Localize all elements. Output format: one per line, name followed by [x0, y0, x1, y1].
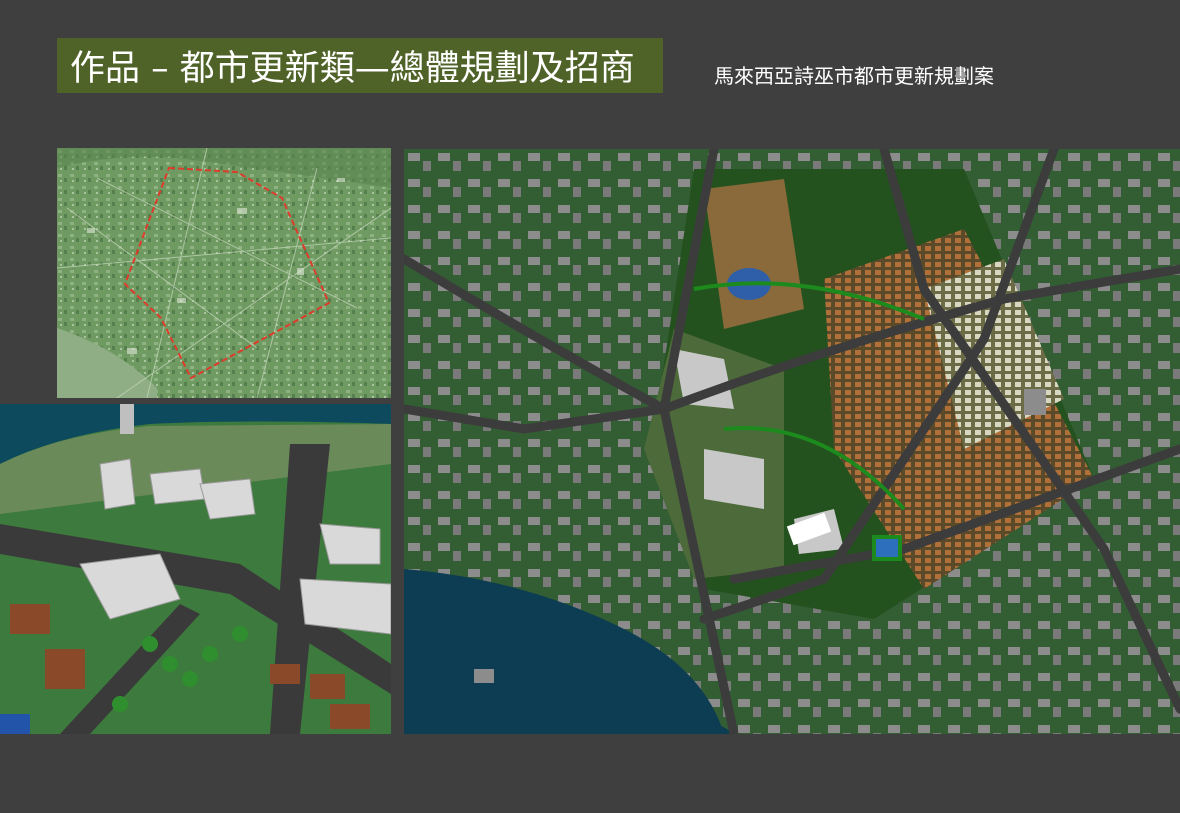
slide-subtitle: 馬來西亞詩巫市都市更新規劃案: [714, 64, 994, 88]
master-plan-image: [404, 149, 1180, 734]
site-map-image: [57, 148, 391, 398]
slide-title-box: 作品 – 都市更新類—總體規劃及招商: [57, 38, 663, 93]
aerial-render-image: [0, 404, 391, 734]
slide-title: 作品 – 都市更新類—總體規劃及招商: [70, 49, 635, 89]
